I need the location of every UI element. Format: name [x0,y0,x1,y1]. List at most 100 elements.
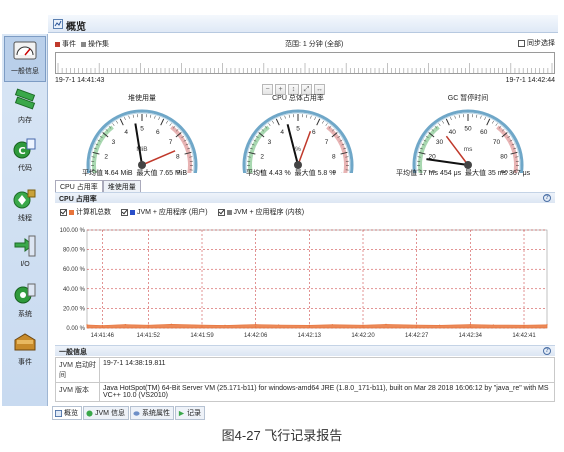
sidebar-item-label: 代码 [18,165,32,172]
gauge-unit-label: ms [464,146,473,153]
table-row: JVM 启动时间 19-7-1 14:38:19.811 [55,357,555,383]
legend-item-total[interactable]: 计算机总数 [60,208,111,216]
legend-swatch [226,209,232,215]
checkbox-box[interactable] [120,208,128,216]
sidebar-item-code[interactable]: C 代码 [4,134,46,180]
legend-label: JVM + 应用程序 (内核) [233,209,305,216]
y-tick-label: 0.00 % [66,326,85,332]
sidebar-item-system[interactable]: 系统 [4,280,46,326]
gc-gauge-stats: 平均值 17 ms 454 μs 最大值 35 ms 367 μs [396,168,530,178]
event-swatch [55,41,60,47]
avg-label: 平均值 [82,170,103,177]
x-tick-label: 14:42:06 [244,333,268,339]
plot-frame [86,229,548,329]
jvm-info-icon [86,410,93,417]
cpu-total-point [170,323,172,325]
info-key: JVM 版本 [55,382,100,402]
cpu-panel-title: CPU 占用率 [59,196,97,203]
cpu-chart-legend: 计算机总数 JVM + 应用程序 (用户) JVM + 应用程序 (内核) [60,207,312,217]
gauge-tick-label: 8 [176,153,180,160]
sidebar-item-io[interactable]: I/O [4,232,46,278]
cpu-total-point [86,324,88,326]
io-icon [14,235,36,257]
cpu-total-point [385,323,387,325]
cpu-total-point [416,324,418,326]
sync-selection-checkbox[interactable]: 同步选择 [518,38,555,48]
gauge-tick-label: 40 [449,129,457,136]
chart-svg: 0.00 % 20.00 % 40.00 % 60.00 % 80.00 % 100.00… [60,228,548,339]
cpu-total-point [124,323,126,326]
sidebar-item-events[interactable]: 事件 [4,328,46,374]
gauge-unit-label: MiB [136,146,147,153]
tab-jvm-info[interactable]: JVM 信息 [83,406,129,420]
gauge-dial: 0102030405060708090100ms [412,109,524,173]
help-icon[interactable]: ? [543,347,551,355]
gauge-tick-label: 7 [325,139,329,146]
x-tick-label: 14:42:41 [512,333,536,339]
memory-icon [14,88,36,110]
x-tick-label: 14:42:27 [405,333,429,339]
info-value: 19-7-1 14:38:19.811 [99,357,555,383]
gc-pause-gauge: GC 暂停时间 0102030405060708090100ms [408,93,528,173]
legend-item-jvm-user[interactable]: JVM + 应用程序 (用户) [120,208,208,216]
cpu-total-point [255,323,257,326]
cpu-usage-chart: 0.00 % 20.00 % 40.00 % 60.00 % 80.00 % 100.00… [55,220,555,342]
gauge-title: GC 暂停时间 [447,95,489,102]
chart-tabs: CPU 占用率 堆使用量 [55,180,141,193]
checkbox-box[interactable] [217,208,225,216]
range-text: 范围: 1 分钟 (全部) [285,41,344,48]
page-title: 概览 [66,22,86,33]
sidebar-item-label: 系统 [18,311,32,318]
gauge-tick-label: 2 [104,153,108,160]
avg-value: 4.43 % [268,170,291,177]
y-tick-label: 20.00 % [63,306,86,312]
threads-icon [13,189,36,209]
max-label: 最大值 [136,170,158,177]
x-tick-label: 14:41:59 [190,333,214,339]
timeline-start: 19-7-1 14:41:43 [55,77,105,84]
sidebar-item-general[interactable]: 一般信息 [4,36,46,82]
legend-label: JVM + 应用程序 (用户) [136,209,208,216]
table-row: JVM 版本 Java HotSpot(TM) 64-Bit Server VM… [55,382,555,402]
sidebar-item-memory[interactable]: 内存 [4,86,46,132]
general-info-title: 一般信息 [59,349,87,356]
page-title-bar: 概览 [48,15,558,33]
gauge-tick-label: 2 [260,153,264,160]
info-value: Java HotSpot(TM) 64-Bit Server VM (25.17… [99,382,555,402]
tab-label: 记录 [186,410,201,417]
sidebar-item-label: 一般信息 [11,68,39,75]
checkbox-box[interactable] [518,39,525,47]
cpu-total-point [523,324,525,326]
legend-operation-label: 操作集 [87,41,109,48]
gauge-title: 堆使用量 [128,95,156,102]
tab-system-properties[interactable]: 系统属性 [129,406,174,420]
sync-label: 同步选择 [527,40,555,47]
legend-event-label: 事件 [62,41,76,48]
legend-swatch [69,209,74,215]
tab-label: 系统属性 [141,410,170,417]
tab-overview[interactable]: 概览 [52,406,82,420]
cpu-total-area [86,323,548,329]
gauge-tick-label: 80 [500,153,508,160]
cpu-total-point [278,324,280,326]
record-icon [178,410,185,416]
tab-record[interactable]: 记录 [174,406,205,420]
cpu-gauge: CPU 总体占用率 012345678910% [238,93,358,173]
legend-item-jvm-kernel[interactable]: JVM + 应用程序 (内核) [217,208,305,216]
gauge-tick-label: 5 [140,126,144,133]
help-icon[interactable]: ? [543,194,551,202]
avg-label: 平均值 [396,170,417,177]
gauge-title: CPU 总体占用率 [272,95,324,102]
legend-label: 计算机总数 [76,209,111,216]
sidebar-item-threads[interactable]: 线程 [4,184,46,230]
checkbox-box[interactable] [60,208,67,216]
max-label: 最大值 [465,170,487,177]
max-label: 最大值 [294,170,316,177]
gauge-dial: 012345678910% [242,109,354,173]
sidebar-item-label: 线程 [18,215,32,222]
sidebar: 一般信息 内存 C 代码 线程 I/O 系统 事件 [2,34,48,406]
timeline-range-selector[interactable] [55,52,555,74]
tab-label: 概览 [64,410,78,417]
gauge-tick-label: 6 [312,129,316,136]
heap-gauge-stats: 平均值 4.64 MiB 最大值 7.65 MiB [82,168,187,178]
